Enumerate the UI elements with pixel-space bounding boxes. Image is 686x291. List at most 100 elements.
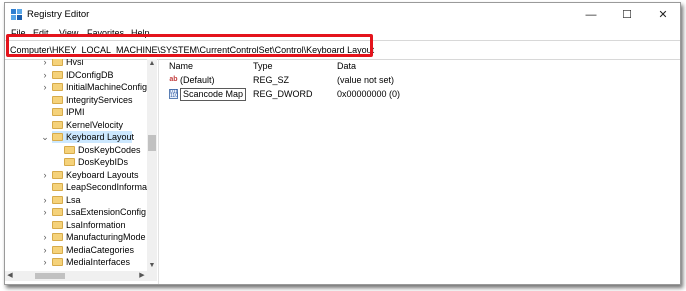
tree-item[interactable]: › MediaCategories bbox=[5, 244, 145, 256]
tree-item-label[interactable]: IPMI bbox=[66, 106, 85, 118]
tree-item[interactable]: DosKeybCodes bbox=[5, 144, 145, 156]
value-row[interactable]: 011 110 Scancode Map REG_DWORD 0x00000000 (… bbox=[163, 88, 583, 101]
column-header-name[interactable]: Name bbox=[169, 61, 193, 71]
chevron-right-icon[interactable] bbox=[41, 219, 49, 231]
window-title: Registry Editor bbox=[27, 9, 90, 20]
chevron-right-icon[interactable]: › bbox=[41, 69, 49, 81]
chevron-right-icon[interactable]: › bbox=[41, 206, 49, 218]
folder-icon bbox=[52, 208, 63, 216]
chevron-right-icon[interactable] bbox=[53, 156, 61, 168]
tree-item[interactable]: › ManufacturingMode bbox=[5, 231, 146, 243]
tree-item-label[interactable]: LsaInformation bbox=[66, 219, 126, 231]
tree-item[interactable]: › Keyboard Layouts bbox=[5, 169, 145, 181]
value-data: 0x00000000 (0) bbox=[337, 89, 401, 99]
value-type: REG_SZ bbox=[253, 75, 290, 85]
folder-icon bbox=[52, 59, 63, 66]
scroll-thumb[interactable] bbox=[148, 135, 156, 151]
value-row[interactable]: ab (Default) REG_SZ (value not set) bbox=[163, 74, 583, 87]
folder-icon bbox=[52, 133, 63, 141]
tree-item-label[interactable]: IntegrityServices bbox=[66, 94, 133, 106]
tree-item[interactable]: IntegrityServices bbox=[5, 94, 145, 106]
tree-item-label[interactable]: InitialMachineConfig bbox=[66, 81, 147, 93]
minimize-button[interactable]: — bbox=[576, 6, 606, 24]
maximize-button[interactable]: ☐ bbox=[612, 6, 642, 24]
tree-item[interactable]: › LsaExtensionConfig bbox=[5, 206, 147, 218]
folder-icon bbox=[52, 220, 63, 229]
tree-item-label[interactable]: LeapSecondInformation bbox=[66, 181, 157, 193]
chevron-right-icon[interactable]: › bbox=[41, 81, 49, 93]
tree-item-label[interactable]: MediaCategories bbox=[66, 244, 134, 256]
folder-icon bbox=[52, 195, 63, 204]
tree-item-label[interactable]: IDConfigDB bbox=[66, 69, 114, 81]
tree-item-label[interactable]: Keyboard Layout bbox=[66, 131, 134, 143]
tree-item-label[interactable]: Lsa bbox=[66, 194, 81, 206]
chevron-right-icon[interactable] bbox=[53, 144, 61, 156]
scroll-up-icon[interactable]: ▲ bbox=[147, 59, 157, 69]
chevron-right-icon[interactable]: › bbox=[41, 194, 49, 206]
tree-horizontal-scrollbar[interactable]: ◀ ▶ bbox=[5, 271, 147, 281]
folder-icon bbox=[52, 120, 63, 129]
key-tree[interactable]: › Hvsi › IDConfigDB › InitialMachineConfig Int… bbox=[5, 59, 157, 284]
tree-item[interactable]: › Lsa bbox=[5, 194, 145, 206]
folder-icon bbox=[52, 95, 63, 104]
chevron-right-icon[interactable]: › bbox=[41, 244, 49, 256]
folder-icon bbox=[64, 158, 75, 166]
string-value-icon: ab bbox=[169, 76, 178, 83]
value-type: REG_DWORD bbox=[253, 89, 313, 99]
values-list[interactable]: Name Type Data ab (Default) REG_SZ (value n… bbox=[163, 59, 673, 284]
chevron-right-icon[interactable] bbox=[41, 119, 49, 131]
folder-icon bbox=[52, 108, 63, 116]
registry-editor-window: Registry Editor — ☐ ✕ File Edit View Fav… bbox=[4, 2, 681, 285]
chevron-right-icon[interactable]: › bbox=[41, 59, 49, 68]
folder-icon bbox=[52, 70, 63, 79]
scroll-corner bbox=[147, 271, 157, 281]
chevron-right-icon[interactable] bbox=[41, 106, 49, 118]
tree-item[interactable]: LeapSecondInformation bbox=[5, 181, 157, 193]
tree-item-label[interactable]: LsaExtensionConfig bbox=[66, 206, 146, 218]
scroll-left-icon[interactable]: ◀ bbox=[5, 271, 15, 281]
tree-item[interactable]: IPMI bbox=[5, 106, 145, 118]
tree-item-label[interactable]: Keyboard Layouts bbox=[66, 169, 139, 181]
registry-icon bbox=[11, 9, 22, 20]
tree-item[interactable]: › Hvsi bbox=[5, 59, 145, 68]
tree-item[interactable]: KernelVelocity bbox=[5, 119, 145, 131]
chevron-down-icon[interactable]: ⌄ bbox=[41, 131, 49, 143]
tree-item[interactable]: › IDConfigDB bbox=[5, 69, 145, 81]
folder-icon bbox=[52, 233, 63, 241]
pane-splitter[interactable] bbox=[158, 59, 159, 284]
chevron-right-icon[interactable] bbox=[41, 94, 49, 106]
tree-item[interactable]: › InitialMachineConfig bbox=[5, 81, 148, 93]
folder-icon bbox=[52, 170, 63, 179]
tree-item-label[interactable]: MediaInterfaces bbox=[66, 256, 130, 268]
tree-item-label[interactable]: DosKeybIDs bbox=[78, 156, 128, 168]
chevron-right-icon[interactable]: › bbox=[41, 231, 49, 243]
tree-item[interactable]: ⌄ Keyboard Layout bbox=[5, 131, 145, 143]
folder-icon bbox=[64, 145, 75, 154]
tree-item[interactable]: LsaInformation bbox=[5, 219, 145, 231]
tree-item-label[interactable]: ManufacturingMode bbox=[66, 231, 146, 243]
close-button[interactable]: ✕ bbox=[648, 6, 678, 24]
tree-item[interactable]: DosKeybIDs bbox=[5, 156, 145, 168]
folder-icon bbox=[52, 258, 63, 266]
address-highlight-box bbox=[6, 34, 373, 57]
chevron-right-icon[interactable]: › bbox=[41, 256, 49, 268]
chevron-right-icon[interactable]: › bbox=[41, 169, 49, 181]
title-bar: Registry Editor — ☐ ✕ bbox=[5, 3, 680, 27]
folder-icon bbox=[52, 83, 63, 91]
tree-item-label[interactable]: KernelVelocity bbox=[66, 119, 123, 131]
tree-item-label[interactable]: DosKeybCodes bbox=[78, 144, 141, 156]
value-name: (Default) bbox=[180, 75, 215, 85]
value-name-edit-field[interactable]: Scancode Map bbox=[180, 88, 247, 101]
tree-item-label[interactable]: Hvsi bbox=[66, 59, 84, 68]
scroll-thumb-horizontal[interactable] bbox=[35, 273, 65, 279]
binary-value-icon: 011 110 bbox=[169, 89, 178, 99]
scroll-down-icon[interactable]: ▼ bbox=[147, 261, 157, 271]
tree-item[interactable]: › MediaInterfaces bbox=[5, 256, 145, 268]
scroll-right-icon[interactable]: ▶ bbox=[137, 271, 147, 281]
column-header-type[interactable]: Type bbox=[253, 61, 273, 71]
tree-vertical-scrollbar[interactable]: ▲ ▼ bbox=[147, 59, 157, 271]
folder-icon bbox=[52, 245, 63, 254]
folder-icon bbox=[52, 183, 63, 191]
chevron-right-icon[interactable] bbox=[41, 181, 49, 193]
column-header-data[interactable]: Data bbox=[337, 61, 356, 71]
